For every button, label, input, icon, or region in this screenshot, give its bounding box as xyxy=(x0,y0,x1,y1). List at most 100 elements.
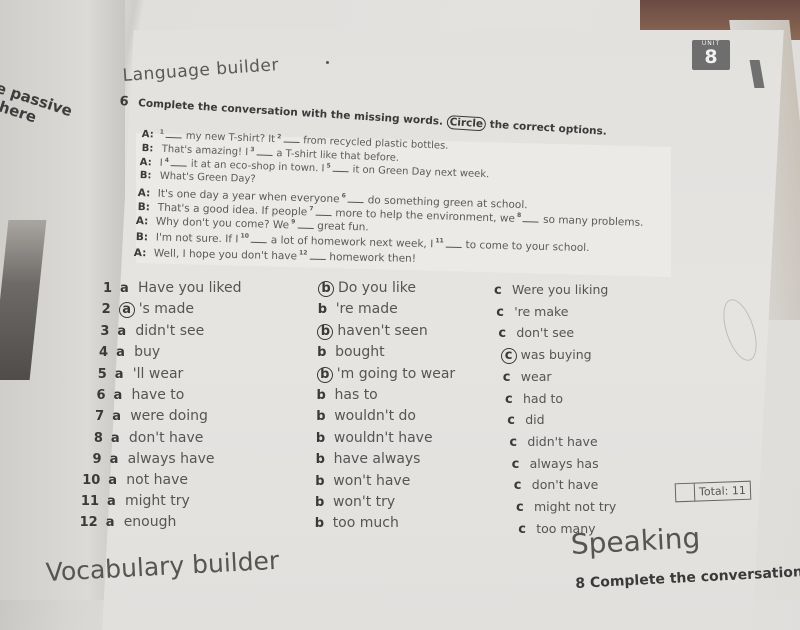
option-letter: b xyxy=(316,388,326,403)
question-number: 5 xyxy=(97,366,107,382)
gap-blank[interactable] xyxy=(170,165,187,167)
option-b[interactable]: b haven't seen xyxy=(317,322,428,340)
option-a[interactable]: 3 a didn't see xyxy=(87,323,204,339)
option-a[interactable]: 5 a 'll wear xyxy=(85,366,184,382)
option-letter: a xyxy=(108,472,118,488)
option-letter: a xyxy=(120,281,129,296)
option-text: buy xyxy=(134,344,161,361)
option-letter: c xyxy=(494,283,502,298)
speaker-label: A: xyxy=(135,214,149,227)
gap-blank[interactable] xyxy=(250,241,267,243)
option-letter: b xyxy=(317,345,327,361)
score-cell[interactable] xyxy=(675,483,696,502)
gap-blank[interactable] xyxy=(332,171,349,173)
option-a[interactable]: 4 a buy xyxy=(86,344,160,360)
option-letter: b xyxy=(315,430,326,446)
gap-blank[interactable] xyxy=(256,154,273,157)
option-text: always has xyxy=(529,455,599,471)
gap-number: 9 xyxy=(291,218,296,226)
dialogue-text: I xyxy=(159,158,163,170)
gap-number: 4 xyxy=(164,156,170,165)
gap-blank[interactable] xyxy=(297,227,314,229)
option-letter: c xyxy=(496,304,504,320)
gap-number: 11 xyxy=(435,237,444,245)
gap-blank[interactable] xyxy=(522,220,540,223)
speaker-label: B: xyxy=(139,170,152,182)
option-c[interactable]: c did xyxy=(507,412,544,428)
gap-blank[interactable] xyxy=(445,246,462,248)
option-c[interactable]: c had to xyxy=(505,391,563,407)
option-a[interactable]: 10 a not have xyxy=(78,472,188,488)
option-a[interactable]: 8 a don't have xyxy=(81,430,204,446)
option-b[interactable]: b bought xyxy=(317,344,385,360)
left-page-photo xyxy=(0,220,47,380)
option-a[interactable]: 6 a have to xyxy=(84,387,185,403)
option-text: 're made xyxy=(335,301,398,318)
gap-blank[interactable] xyxy=(347,201,364,203)
speaker-label: A: xyxy=(133,246,147,259)
option-letter: c xyxy=(502,369,511,385)
option-text: were doing xyxy=(130,408,208,425)
option-text: don't see xyxy=(516,325,575,341)
option-a[interactable]: 2 a's made xyxy=(89,301,194,319)
option-a[interactable]: 11 a might try xyxy=(77,493,190,509)
option-text: has to xyxy=(334,387,378,403)
option-letter: a xyxy=(116,345,125,361)
option-letter: b xyxy=(316,409,326,425)
option-a[interactable]: 12 a enough xyxy=(76,514,177,530)
option-letter: c xyxy=(518,521,526,537)
option-text: have to xyxy=(131,387,185,403)
left-page-text: le passive where xyxy=(0,77,75,136)
option-c[interactable]: c don't have xyxy=(514,477,599,493)
option-b[interactable]: b wouldn't have xyxy=(316,430,433,446)
option-c[interactable]: c didn't have xyxy=(509,434,597,450)
option-a[interactable]: 1 a Have you liked xyxy=(90,280,242,296)
question-number: 9 xyxy=(92,452,102,468)
option-text: haven't seen xyxy=(337,322,428,339)
option-letter: a xyxy=(114,366,124,382)
gap-blank[interactable] xyxy=(309,258,326,260)
exercise-number: 6 xyxy=(119,94,130,110)
option-text: won't have xyxy=(333,472,411,489)
gap-number: 7 xyxy=(309,205,314,213)
option-letter: b xyxy=(315,452,325,468)
option-a[interactable]: 7 a were doing xyxy=(82,408,208,424)
option-b[interactable]: b won't have xyxy=(315,473,410,489)
gap-blank[interactable] xyxy=(315,214,332,216)
option-c[interactable]: c Were you liking xyxy=(494,282,608,298)
circle-word: Circle xyxy=(446,115,487,132)
option-c[interactable]: c always has xyxy=(512,456,599,472)
option-b[interactable]: b Do you like xyxy=(318,280,416,297)
option-c[interactable]: c was buying xyxy=(500,347,592,365)
option-b[interactable]: b'm going to wear xyxy=(316,366,455,383)
option-c[interactable]: c don't see xyxy=(498,325,574,341)
gap-number: 3 xyxy=(250,146,255,154)
speaker-label: B: xyxy=(141,143,154,155)
option-letter: a xyxy=(117,323,127,339)
total-score-box: Total: 11 xyxy=(674,480,752,503)
option-text: too much xyxy=(332,515,399,532)
option-b[interactable]: b won't try xyxy=(315,494,395,510)
question-number: 8 xyxy=(93,430,103,446)
option-text: didn't have xyxy=(527,433,598,449)
option-a[interactable]: 9 a always have xyxy=(80,451,215,467)
speaker-label: B: xyxy=(135,230,149,243)
option-c[interactable]: c 're make xyxy=(496,304,568,320)
option-b[interactable]: b wouldn't do xyxy=(316,408,416,424)
option-b[interactable]: b 're made xyxy=(318,301,398,317)
option-c[interactable]: c wear xyxy=(503,369,552,385)
gap-number: 12 xyxy=(299,249,308,257)
option-b[interactable]: b too much xyxy=(315,515,399,531)
option-text: don't have xyxy=(531,477,599,493)
option-text: Have you liked xyxy=(138,280,242,296)
option-b[interactable]: b have always xyxy=(316,451,421,467)
option-text: had to xyxy=(523,390,564,406)
question-number: 1 xyxy=(102,281,112,296)
option-b[interactable]: b has to xyxy=(317,387,378,403)
option-letter-circled: b xyxy=(316,366,333,383)
gap-number: 5 xyxy=(326,162,331,170)
gap-blank[interactable] xyxy=(165,137,182,139)
gap-blank[interactable] xyxy=(283,141,300,144)
option-c[interactable]: c might not try xyxy=(516,499,616,515)
option-letter: b xyxy=(317,302,327,318)
